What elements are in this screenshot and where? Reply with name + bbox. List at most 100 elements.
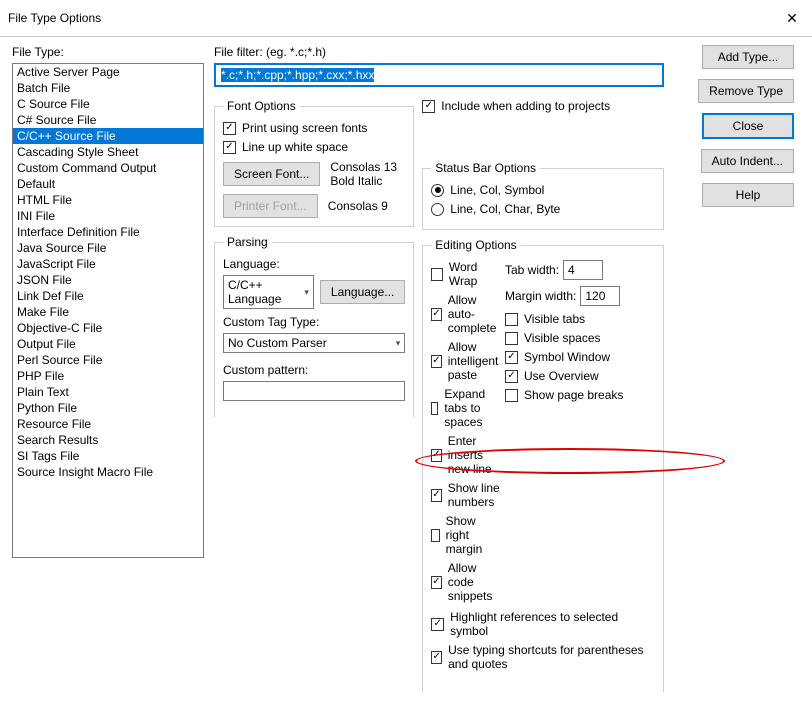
edit-left-6-checkbox[interactable] [431,529,439,542]
list-item[interactable]: Perl Source File [13,352,203,368]
file-type-listbox[interactable]: Active Server PageBatch FileC Source Fil… [12,63,204,558]
edit-left-1-label[interactable]: Allow auto-complete [448,293,501,335]
list-item[interactable]: Active Server Page [13,64,203,80]
edit-left-1-checkbox[interactable] [431,308,441,321]
pattern-input[interactable] [223,381,405,401]
file-filter-label: File filter: (eg. *.c;*.h) [214,45,664,59]
edit-left-4-checkbox[interactable] [431,449,441,462]
edit-right-1-checkbox[interactable] [505,332,518,345]
list-item[interactable]: Interface Definition File [13,224,203,240]
list-item[interactable]: Search Results [13,432,203,448]
chevron-down-icon: ▾ [396,338,401,349]
add-type-button[interactable]: Add Type... [702,45,794,69]
list-item[interactable]: Python File [13,400,203,416]
print-screen-fonts-label[interactable]: Print using screen fonts [242,121,367,135]
status-opt2-radio[interactable] [431,203,444,216]
close-button[interactable]: Close [702,113,794,139]
file-type-label: File Type: [12,45,204,59]
status-opt1-label[interactable]: Line, Col, Symbol [450,183,544,197]
list-item[interactable]: INI File [13,208,203,224]
edit-left-5-label[interactable]: Show line numbers [448,481,501,509]
edit-right-3-checkbox[interactable] [505,370,518,383]
font-options-group: Font Options Print using screen fonts Li… [214,99,414,227]
list-item[interactable]: PHP File [13,368,203,384]
edit-left-7-label[interactable]: Allow code snippets [448,561,501,603]
list-item[interactable]: Cascading Style Sheet [13,144,203,160]
include-projects-label[interactable]: Include when adding to projects [441,99,610,113]
remove-type-button[interactable]: Remove Type [698,79,794,103]
file-filter-input[interactable]: *.c;*.h;*.cpp;*.hpp;*.cxx;*.hxx [214,63,664,87]
edit-right-3-label[interactable]: Use Overview [524,369,599,383]
edit-left-4-label[interactable]: Enter inserts new line [448,434,501,476]
window-title: File Type Options [8,11,101,25]
edit-left-2-checkbox[interactable] [431,355,441,368]
list-item[interactable]: C/C++ Source File [13,128,203,144]
list-item[interactable]: Plain Text [13,384,203,400]
screen-font-desc2: Bold Italic [330,174,397,188]
status-opt1-radio[interactable] [431,184,444,197]
chevron-down-icon: ▾ [304,287,309,298]
edit-right-4-label[interactable]: Show page breaks [524,388,623,402]
edit-left-6-label[interactable]: Show right margin [446,514,501,556]
list-item[interactable]: HTML File [13,192,203,208]
parsing-legend: Parsing [223,235,272,249]
screen-font-desc1: Consolas 13 [330,160,397,174]
statusbar-group: Status Bar Options Line, Col, Symbol Lin… [422,161,664,230]
typing-shortcuts-label[interactable]: Use typing shortcuts for parentheses and… [448,643,655,671]
edit-right-1-label[interactable]: Visible spaces [524,331,601,345]
edit-right-0-label[interactable]: Visible tabs [524,312,585,326]
list-item[interactable]: Objective-C File [13,320,203,336]
print-screen-fonts-checkbox[interactable] [223,122,236,135]
edit-left-3-checkbox[interactable] [431,402,438,415]
list-item[interactable]: Default [13,176,203,192]
line-up-whitespace-checkbox[interactable] [223,141,236,154]
edit-right-2-label[interactable]: Symbol Window [524,350,610,364]
edit-right-0-checkbox[interactable] [505,313,518,326]
list-item[interactable]: C# Source File [13,112,203,128]
screen-font-button[interactable]: Screen Font... [223,162,320,186]
auto-indent-button[interactable]: Auto Indent... [701,149,794,173]
printer-font-button: Printer Font... [223,194,318,218]
pattern-label: Custom pattern: [223,363,405,377]
edit-left-5-checkbox[interactable] [431,489,441,502]
parsing-group: Parsing Language: C/C++ Language▾ Langua… [214,235,414,417]
list-item[interactable]: JSON File [13,272,203,288]
edit-left-3-label[interactable]: Expand tabs to spaces [444,387,501,429]
edit-left-7-checkbox[interactable] [431,576,441,589]
tagtype-label: Custom Tag Type: [223,315,405,329]
list-item[interactable]: Make File [13,304,203,320]
tagtype-select[interactable]: No Custom Parser▾ [223,333,405,353]
edit-right-4-checkbox[interactable] [505,389,518,402]
include-projects-checkbox[interactable] [422,100,435,113]
edit-left-0-checkbox[interactable] [431,268,443,281]
list-item[interactable]: Resource File [13,416,203,432]
list-item[interactable]: Source Insight Macro File [13,464,203,480]
printer-font-desc: Consolas 9 [328,199,388,213]
edit-right-2-checkbox[interactable] [505,351,518,364]
list-item[interactable]: Link Def File [13,288,203,304]
tab-width-label: Tab width: [505,263,559,277]
language-select[interactable]: C/C++ Language▾ [223,275,314,309]
list-item[interactable]: C Source File [13,96,203,112]
window-close-button[interactable]: ✕ [772,6,812,30]
editing-group: Editing Options Word Wrap Allow auto-comp… [422,238,664,692]
line-up-whitespace-label[interactable]: Line up white space [242,140,348,154]
editing-legend: Editing Options [431,238,520,252]
highlight-refs-label[interactable]: Highlight references to selected symbol [450,610,655,638]
list-item[interactable]: SI Tags File [13,448,203,464]
margin-width-label: Margin width: [505,289,576,303]
list-item[interactable]: Batch File [13,80,203,96]
list-item[interactable]: Custom Command Output [13,160,203,176]
list-item[interactable]: JavaScript File [13,256,203,272]
language-button[interactable]: Language... [320,280,405,304]
edit-left-2-label[interactable]: Allow intelligent paste [448,340,501,382]
status-opt2-label[interactable]: Line, Col, Char, Byte [450,202,560,216]
tab-width-input[interactable] [563,260,603,280]
help-button[interactable]: Help [702,183,794,207]
typing-shortcuts-checkbox[interactable] [431,651,442,664]
edit-left-0-label[interactable]: Word Wrap [449,260,501,288]
margin-width-input[interactable] [580,286,620,306]
list-item[interactable]: Java Source File [13,240,203,256]
list-item[interactable]: Output File [13,336,203,352]
highlight-refs-checkbox[interactable] [431,618,444,631]
